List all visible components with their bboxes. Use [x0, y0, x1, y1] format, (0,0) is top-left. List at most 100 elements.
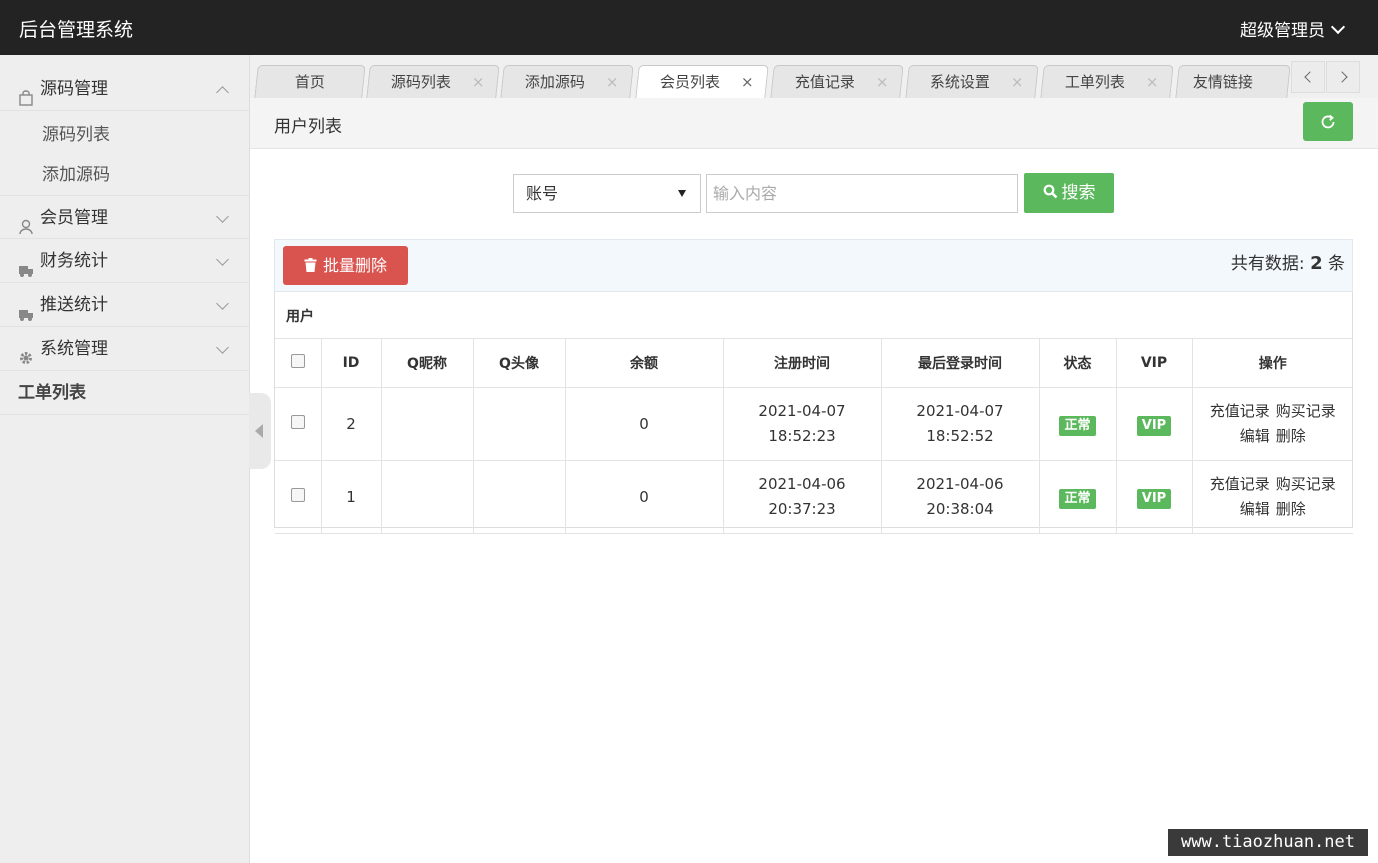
tab-label: 充值记录 [794, 73, 855, 91]
refresh-icon [1321, 114, 1335, 129]
close-icon[interactable]: × [1011, 66, 1024, 99]
tab-add-source[interactable]: 添加源码 × [500, 65, 634, 99]
app-title: 后台管理系统 [19, 19, 134, 41]
cell-last-login: 2021-04-06 20:38:04 [880, 460, 1040, 534]
tab-system-settings[interactable]: 系统设置 × [905, 65, 1039, 99]
cell-register-time: 2021-04-07 18:52:23 [722, 387, 882, 461]
column-header-avatar: Q头像 [472, 338, 566, 388]
close-icon[interactable]: × [1146, 66, 1159, 99]
sidebar-group-members[interactable]: 会员管理 [0, 195, 249, 239]
table-caption: 用户 [286, 309, 314, 325]
purchase-records-link[interactable]: 购买记录 [1276, 475, 1336, 493]
close-icon[interactable]: × [876, 66, 889, 99]
count-value: 2 [1310, 253, 1323, 274]
page-title: 用户列表 [274, 117, 342, 137]
tab-label: 工单列表 [1064, 73, 1125, 91]
tab-friend-links[interactable]: 友情链接 [1175, 65, 1291, 98]
chevron-up-icon [216, 86, 229, 99]
table-row: 1 0 2021-04-06 20:37:23 2021-04-06 20:38… [275, 460, 1353, 534]
batch-delete-button[interactable]: 批量删除 [283, 246, 408, 285]
close-icon[interactable]: × [472, 66, 485, 99]
tab-scroll-left-button[interactable] [1291, 61, 1325, 93]
vip-badge: VIP [1136, 415, 1172, 436]
tab-recharge-records[interactable]: 充值记录 × [770, 65, 904, 99]
column-header-nickname: Q昵称 [380, 338, 474, 388]
trash-icon [304, 257, 317, 272]
row-checkbox[interactable] [290, 414, 305, 429]
delete-link[interactable]: 删除 [1276, 427, 1306, 445]
search-field-value: 账号 [526, 184, 559, 203]
cell-vip: VIP [1115, 460, 1193, 534]
chevron-down-icon [216, 297, 229, 310]
sidebar-group-label: 财务统计 [40, 251, 108, 271]
search-field-select[interactable]: 账号 [513, 174, 701, 213]
column-header-register-time: 注册时间 [722, 338, 882, 388]
sidebar-item-source-list[interactable]: 源码列表 [0, 115, 249, 155]
tab-label: 会员列表 [659, 73, 720, 91]
search-icon [1043, 184, 1057, 198]
record-count: 共有数据: 2 条 [1231, 249, 1345, 274]
search-input[interactable] [706, 174, 1018, 213]
cell-actions: 充值记录 购买记录 编辑 删除 [1191, 387, 1353, 461]
sidebar-item-add-source[interactable]: 添加源码 [0, 155, 249, 195]
sidebar-group-label: 源码管理 [40, 79, 108, 99]
sidebar-group-source[interactable]: 源码管理 [0, 67, 249, 111]
table-header-row: ID Q昵称 Q头像 余额 注册时间 最后登录时间 状态 VIP 操作 [275, 338, 1353, 388]
count-suffix: 条 [1328, 254, 1345, 274]
recharge-records-link[interactable]: 充值记录 [1210, 475, 1270, 493]
search-button[interactable]: 搜索 [1024, 173, 1114, 213]
cell-register-time: 2021-04-06 20:37:23 [722, 460, 882, 534]
sidebar-group-system[interactable]: 系统管理 [0, 327, 249, 371]
select-all-checkbox[interactable] [290, 354, 305, 368]
table-row: 2 0 2021-04-07 18:52:23 2021-04-07 18:52… [275, 387, 1353, 461]
select-all-cell [275, 338, 322, 388]
delete-link[interactable]: 删除 [1276, 500, 1306, 518]
tab-member-list[interactable]: 会员列表 × [635, 65, 769, 99]
sidebar-group-push[interactable]: 推送统计 [0, 283, 249, 327]
chevron-left-icon [1304, 71, 1316, 83]
edit-link[interactable]: 编辑 [1240, 500, 1270, 518]
tab-ticket-list[interactable]: 工单列表 × [1040, 65, 1174, 99]
column-header-last-login: 最后登录时间 [880, 338, 1040, 388]
edit-link[interactable]: 编辑 [1240, 427, 1270, 445]
count-prefix: 共有数据: [1230, 254, 1305, 274]
sidebar-group-finance[interactable]: 财务统计 [0, 239, 249, 283]
cell-id: 2 [320, 387, 382, 461]
cell-avatar [472, 460, 566, 534]
chevron-down-icon [216, 253, 229, 266]
tab-source-list[interactable]: 源码列表 × [366, 65, 500, 99]
user-menu[interactable]: 超级管理员 [1240, 16, 1346, 41]
sidebar-group-label: 系统管理 [40, 339, 108, 359]
column-header-id: ID [320, 338, 382, 388]
cell-vip: VIP [1115, 387, 1193, 461]
tab-home[interactable]: 首页 [254, 65, 366, 98]
column-header-status: 状态 [1038, 338, 1117, 388]
caret-down-icon [678, 190, 686, 197]
cell-balance: 0 [564, 460, 724, 534]
tab-strip: 首页 源码列表 × 添加源码 × 会员列表 × 充值记录 × 系统设置 × 工单… [250, 55, 1378, 99]
tab-label: 友情链接 [1192, 73, 1253, 91]
refresh-button[interactable] [1303, 102, 1353, 141]
tab-label: 系统设置 [929, 73, 990, 91]
bag-icon [18, 79, 34, 106]
user-name: 超级管理员 [1240, 21, 1325, 41]
sidebar-collapse-handle[interactable] [249, 393, 271, 469]
sidebar-item-tickets[interactable]: 工单列表 [0, 371, 249, 415]
user-table-panel: 用户 ID Q昵称 Q头像 余额 注册时间 最后登录时间 状态 VIP 操作 2… [274, 292, 1353, 534]
purchase-records-link[interactable]: 购买记录 [1276, 402, 1336, 420]
top-bar: 后台管理系统 超级管理员 [0, 0, 1378, 55]
row-select-cell [275, 460, 322, 534]
tab-scroll-right-button[interactable] [1326, 61, 1360, 93]
status-badge: 正常 [1059, 415, 1096, 436]
cell-balance: 0 [564, 387, 724, 461]
chevron-right-icon [1336, 71, 1348, 83]
cell-id: 1 [320, 460, 382, 534]
sidebar: 源码管理 源码列表 添加源码 会员管理 财务统计 推送统计 系统管理 工单列表 [0, 55, 250, 863]
row-checkbox[interactable] [290, 487, 305, 502]
recharge-records-link[interactable]: 充值记录 [1210, 402, 1270, 420]
chevron-down-icon [1330, 19, 1346, 35]
cell-actions: 充值记录 购买记录 编辑 删除 [1191, 460, 1353, 534]
tab-label: 添加源码 [524, 73, 585, 91]
close-icon[interactable]: × [606, 66, 619, 99]
close-icon[interactable]: × [741, 66, 754, 99]
